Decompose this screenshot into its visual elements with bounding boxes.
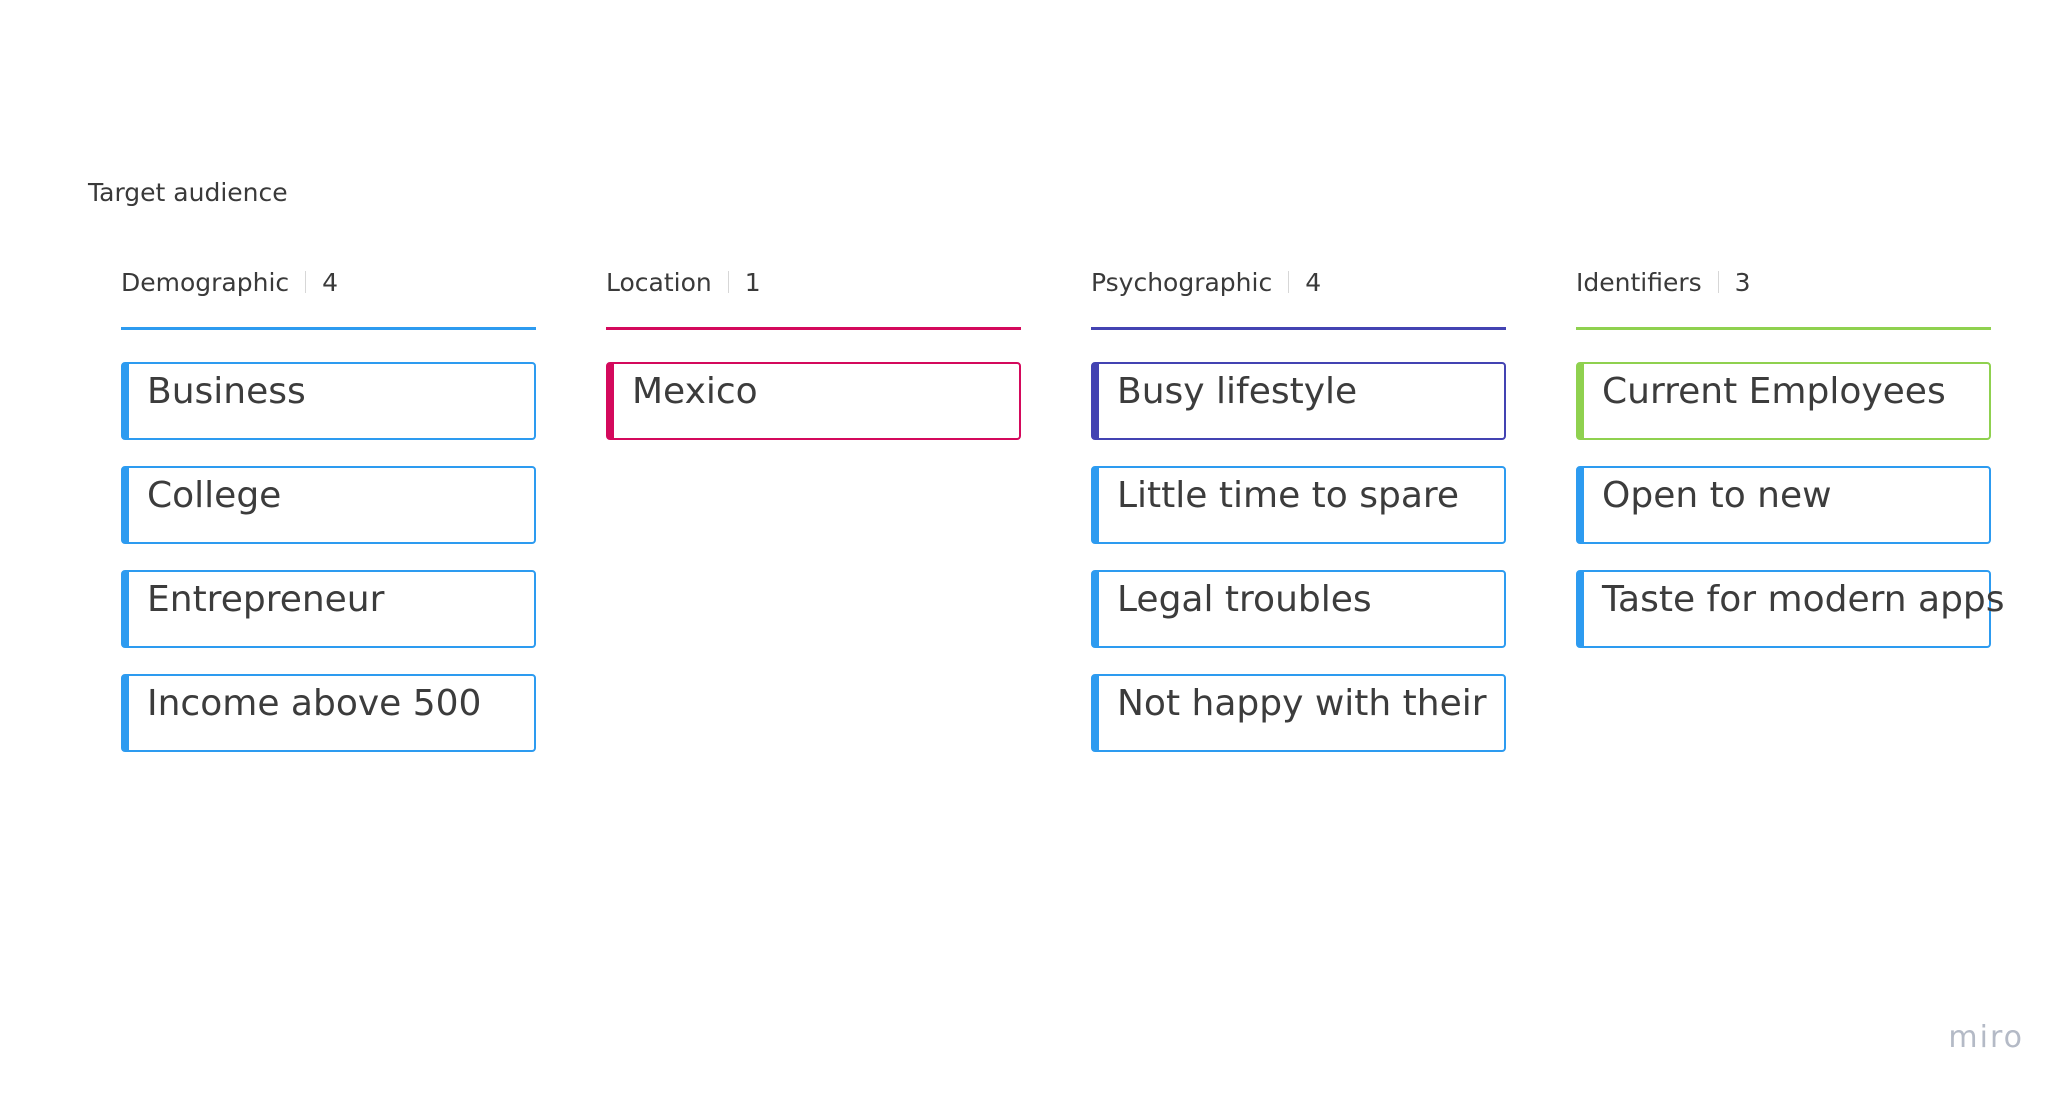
card-list: Current Employees Open to new Taste for … xyxy=(1576,362,2005,674)
column-header[interactable]: Psychographic 4 xyxy=(1091,262,1506,302)
card[interactable]: Mexico xyxy=(606,362,1021,440)
card[interactable]: Legal troubles xyxy=(1091,570,1506,648)
miro-board[interactable]: Target audience Demographic 4 Business C… xyxy=(0,0,2054,1095)
card-text: Business xyxy=(147,371,306,412)
column-title: Psychographic xyxy=(1091,267,1273,297)
card[interactable]: Open to new xyxy=(1576,466,1991,544)
header-divider xyxy=(1717,271,1719,293)
card-list: Mexico xyxy=(606,362,1021,466)
card[interactable]: Income above 500 xyxy=(121,674,536,752)
column-rule xyxy=(1091,327,1506,330)
card-text: Income above 500 xyxy=(147,683,482,724)
column-title: Location xyxy=(606,267,712,297)
column-rule xyxy=(1576,327,1991,330)
column-header[interactable]: Demographic 4 xyxy=(121,262,536,302)
card-list: Business College Entrepreneur Income abo… xyxy=(121,362,536,778)
card-text: Not happy with their xyxy=(1117,683,1487,724)
card-list: Busy lifestyle Little time to spare Lega… xyxy=(1091,362,1506,778)
frame-title[interactable]: Target audience xyxy=(88,178,288,207)
miro-logo: miro xyxy=(1948,1020,2024,1055)
column-psychographic: Psychographic 4 Busy lifestyle Little ti… xyxy=(1091,262,1506,752)
column-rule xyxy=(606,327,1021,330)
card-text: Current Employees xyxy=(1602,371,1946,412)
card-text: Legal troubles xyxy=(1117,579,1372,620)
column-demographic: Demographic 4 Business College Entrepren… xyxy=(121,262,536,752)
card[interactable]: Business xyxy=(121,362,536,440)
card-text: Entrepreneur xyxy=(147,579,385,620)
column-identifiers: Identifiers 3 Current Employees Open to … xyxy=(1576,262,2005,648)
column-count: 4 xyxy=(322,267,339,297)
card[interactable]: College xyxy=(121,466,536,544)
card-text: Little time to spare xyxy=(1117,475,1460,516)
column-rule xyxy=(121,327,536,330)
column-title: Identifiers xyxy=(1576,267,1702,297)
header-divider xyxy=(727,271,729,293)
card-text: Taste for modern apps xyxy=(1602,579,2005,620)
header-divider xyxy=(305,271,307,293)
card[interactable]: Current Employees xyxy=(1576,362,1991,440)
card[interactable]: Entrepreneur xyxy=(121,570,536,648)
card-text: Busy lifestyle xyxy=(1117,371,1358,412)
column-header[interactable]: Location 1 xyxy=(606,262,1021,302)
column-title: Demographic xyxy=(121,267,290,297)
card[interactable]: Not happy with their xyxy=(1091,674,1506,752)
column-location: Location 1 Mexico xyxy=(606,262,1021,440)
card-text: Open to new xyxy=(1602,475,1832,516)
card-text: Mexico xyxy=(632,371,758,412)
column-header[interactable]: Identifiers 3 xyxy=(1576,262,1991,302)
card[interactable]: Little time to spare xyxy=(1091,466,1506,544)
column-count: 4 xyxy=(1305,267,1322,297)
card-text: College xyxy=(147,475,282,516)
column-count: 1 xyxy=(744,267,761,297)
card[interactable]: Taste for modern apps xyxy=(1576,570,2005,648)
column-count: 3 xyxy=(1734,267,1751,297)
header-divider xyxy=(1288,271,1290,293)
card[interactable]: Busy lifestyle xyxy=(1091,362,1506,440)
